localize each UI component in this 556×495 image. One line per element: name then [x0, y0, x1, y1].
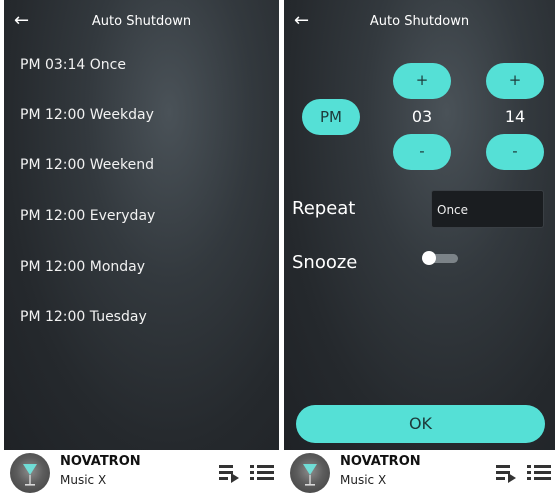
minute-decrement-button[interactable]: -	[486, 134, 544, 170]
list-item[interactable]: PM 12:00 Weekend	[20, 157, 154, 173]
snooze-toggle[interactable]	[422, 251, 460, 265]
page-title: Auto Shutdown	[369, 14, 470, 29]
hour-value: 03	[411, 107, 433, 126]
list-item[interactable]: PM 12:00 Everyday	[20, 208, 155, 224]
list-item[interactable]: PM 03:14 Once	[20, 57, 126, 73]
artist-name: NOVATRON	[60, 454, 141, 469]
toggle-knob	[422, 251, 436, 265]
auto-shutdown-edit-screen: ← Auto Shutdown PM + 03 - + 14 - Repeat …	[284, 0, 555, 450]
header: ← Auto Shutdown	[4, 0, 279, 44]
page-title: Auto Shutdown	[91, 14, 192, 29]
auto-shutdown-list-screen: ← Auto Shutdown PM 03:14 Once PM 12:00 W…	[4, 0, 279, 450]
hour-increment-button[interactable]: +	[393, 63, 451, 99]
ok-button[interactable]: OK	[296, 405, 545, 443]
header: ← Auto Shutdown	[284, 0, 555, 44]
repeat-select[interactable]: Once	[431, 190, 544, 228]
track-name: Music X	[340, 473, 387, 487]
hour-decrement-button[interactable]: -	[393, 134, 451, 170]
track-name: Music X	[60, 473, 107, 487]
minute-value: 14	[504, 107, 526, 126]
list-icon[interactable]	[250, 463, 274, 487]
queue-music-icon[interactable]	[496, 463, 518, 487]
album-art-icon[interactable]	[10, 453, 50, 493]
snooze-label: Snooze	[292, 252, 358, 273]
artist-name: NOVATRON	[340, 454, 421, 469]
mini-player[interactable]: NOVATRON Music X	[4, 450, 279, 495]
ampm-toggle-button[interactable]: PM	[302, 99, 360, 135]
list-item[interactable]: PM 12:00 Weekday	[20, 107, 154, 123]
queue-music-icon[interactable]	[219, 463, 241, 487]
repeat-label: Repeat	[292, 198, 356, 219]
list-icon[interactable]	[527, 463, 551, 487]
mini-player[interactable]: NOVATRON Music X	[284, 450, 555, 495]
list-item[interactable]: PM 12:00 Monday	[20, 259, 145, 275]
minute-increment-button[interactable]: +	[486, 63, 544, 99]
album-art-icon[interactable]	[290, 453, 330, 493]
list-item[interactable]: PM 12:00 Tuesday	[20, 309, 147, 325]
